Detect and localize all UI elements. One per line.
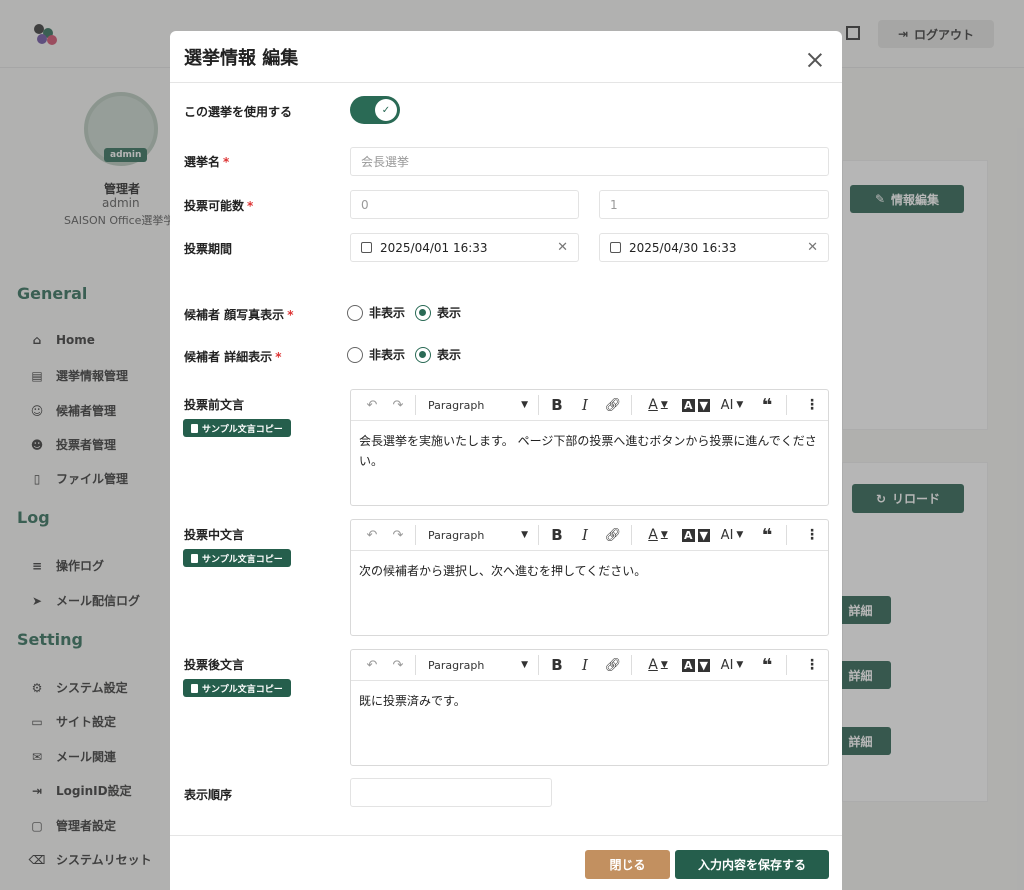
sample-copy-button[interactable]: サンプル文言コピー [183, 679, 291, 697]
vote-count-label: 投票可能数 * [184, 199, 254, 213]
after-text-editor[interactable]: ↶ ↷ Paragraph ▼ B I 🔗︎ A ▼ A ▼ AI ▼ ❝ ⋮ 既に投票… [350, 649, 829, 766]
background-color-icon[interactable]: A ▼ [680, 653, 712, 677]
document-icon [191, 683, 198, 693]
editor-toolbar: ↶ ↷ Paragraph ▼ B I 🔗︎ A ▼ A ▼ AI ▼ ❝ ⋮ [351, 650, 828, 681]
clear-icon[interactable]: ✕ [807, 240, 818, 255]
close-button[interactable]: 閉じる [585, 850, 670, 879]
detail-display-radio-group: 非表示 表示 [347, 346, 461, 363]
clear-icon[interactable]: ✕ [557, 240, 568, 255]
redo-icon[interactable]: ↷ [385, 653, 411, 677]
undo-icon[interactable]: ↶ [359, 393, 385, 417]
photo-display-radio-group: 非表示 表示 [347, 304, 461, 321]
election-name-input[interactable]: 会長選挙 [350, 147, 829, 176]
editor-toolbar: ↶ ↷ Paragraph ▼ B I 🔗︎ A ▼ A ▼ AI ▼ ❝ ⋮ [351, 390, 828, 421]
during-text-editor[interactable]: ↶ ↷ Paragraph ▼ B I 🔗︎ A ▼ A ▼ AI ▼ ❝ ⋮ 次の候補… [350, 519, 829, 636]
italic-icon[interactable]: I [571, 523, 599, 547]
italic-icon[interactable]: I [571, 393, 599, 417]
election-name-label: 選挙名 * [184, 155, 230, 169]
redo-icon[interactable]: ↷ [385, 523, 411, 547]
quote-icon[interactable]: ❝ [752, 523, 782, 547]
font-color-icon[interactable]: A ▼ [636, 653, 680, 677]
background-color-icon[interactable]: A ▼ [680, 523, 712, 547]
paragraph-select[interactable]: Paragraph ▼ [420, 653, 534, 677]
bold-icon[interactable]: B [543, 653, 571, 677]
period-start-input[interactable]: 2025/04/01 16:33 ✕ [350, 233, 579, 262]
editor-toolbar: ↶ ↷ Paragraph ▼ B I 🔗︎ A ▼ A ▼ AI ▼ ❝ ⋮ [351, 520, 828, 551]
font-color-icon[interactable]: A ▼ [636, 523, 680, 547]
text-size-icon[interactable]: AI ▼ [712, 523, 752, 547]
calendar-icon [361, 242, 372, 253]
undo-icon[interactable]: ↶ [359, 523, 385, 547]
redo-icon[interactable]: ↷ [385, 393, 411, 417]
display-order-input[interactable] [350, 778, 552, 807]
more-icon[interactable]: ⋮ [802, 523, 822, 547]
more-icon[interactable]: ⋮ [802, 393, 822, 417]
use-election-label: この選挙を使用する [184, 105, 293, 119]
quote-icon[interactable]: ❝ [752, 393, 782, 417]
text-size-icon[interactable]: AI ▼ [712, 653, 752, 677]
background-color-icon[interactable]: A ▼ [680, 393, 712, 417]
sample-copy-button[interactable]: サンプル文言コピー [183, 419, 291, 437]
more-icon[interactable]: ⋮ [802, 653, 822, 677]
period-end-input[interactable]: 2025/04/30 16:33 ✕ [599, 233, 829, 262]
editor-content[interactable]: 既に投票済みです。 [351, 681, 828, 721]
font-color-icon[interactable]: A ▼ [636, 393, 680, 417]
close-icon[interactable] [806, 51, 824, 69]
italic-icon[interactable]: I [571, 653, 599, 677]
vote-max-input[interactable]: 1 [599, 190, 829, 219]
link-icon[interactable]: 🔗︎ [599, 653, 627, 677]
sample-copy-button[interactable]: サンプル文言コピー [183, 549, 291, 567]
detail-display-label: 候補者 詳細表示 * [184, 350, 282, 364]
paragraph-select[interactable]: Paragraph ▼ [420, 523, 534, 547]
document-icon [191, 553, 198, 563]
quote-icon[interactable]: ❝ [752, 653, 782, 677]
before-text-label: 投票前文言 [184, 398, 245, 412]
paragraph-select[interactable]: Paragraph ▼ [420, 393, 534, 417]
modal-title: 選挙情報 編集 [184, 48, 299, 69]
editor-content[interactable]: 次の候補者から選択し、次へ進むを押してください。 [351, 551, 828, 591]
link-icon[interactable]: 🔗︎ [599, 393, 627, 417]
text-size-icon[interactable]: AI ▼ [712, 393, 752, 417]
check-icon: ✓ [375, 99, 397, 121]
before-text-editor[interactable]: ↶ ↷ Paragraph ▼ B I 🔗︎ A ▼ A ▼ AI ▼ ❝ ⋮ 会長選挙… [350, 389, 829, 506]
after-text-label: 投票後文言 [184, 658, 245, 672]
detail-hide-radio[interactable]: 非表示 [347, 346, 405, 363]
period-start-value: 2025/04/01 16:33 [380, 240, 488, 255]
period-label: 投票期間 [184, 242, 233, 256]
save-button[interactable]: 入力内容を保存する [675, 850, 829, 879]
editor-content[interactable]: 会長選挙を実施いたします。 ページ下部の投票へ進むボタンから投票に進んでください… [351, 421, 828, 482]
edit-election-modal: 選挙情報 編集 この選挙を使用する ✓ 選挙名 * 会長選挙 投票可能数 * 0 1… [170, 31, 842, 890]
use-election-toggle[interactable]: ✓ [350, 96, 400, 124]
photo-display-label: 候補者 顔写真表示 * [184, 308, 294, 322]
detail-show-radio[interactable]: 表示 [415, 346, 461, 363]
photo-hide-radio[interactable]: 非表示 [347, 304, 405, 321]
period-end-value: 2025/04/30 16:33 [629, 240, 737, 255]
document-icon [191, 423, 198, 433]
modal-header: 選挙情報 編集 [170, 31, 842, 83]
photo-show-radio[interactable]: 表示 [415, 304, 461, 321]
bold-icon[interactable]: B [543, 393, 571, 417]
during-text-label: 投票中文言 [184, 528, 245, 542]
calendar-icon [610, 242, 621, 253]
link-icon[interactable]: 🔗︎ [599, 523, 627, 547]
display-order-label: 表示順序 [184, 788, 233, 802]
undo-icon[interactable]: ↶ [359, 653, 385, 677]
modal-footer: 閉じる 入力内容を保存する [170, 835, 842, 890]
bold-icon[interactable]: B [543, 523, 571, 547]
vote-min-input[interactable]: 0 [350, 190, 579, 219]
